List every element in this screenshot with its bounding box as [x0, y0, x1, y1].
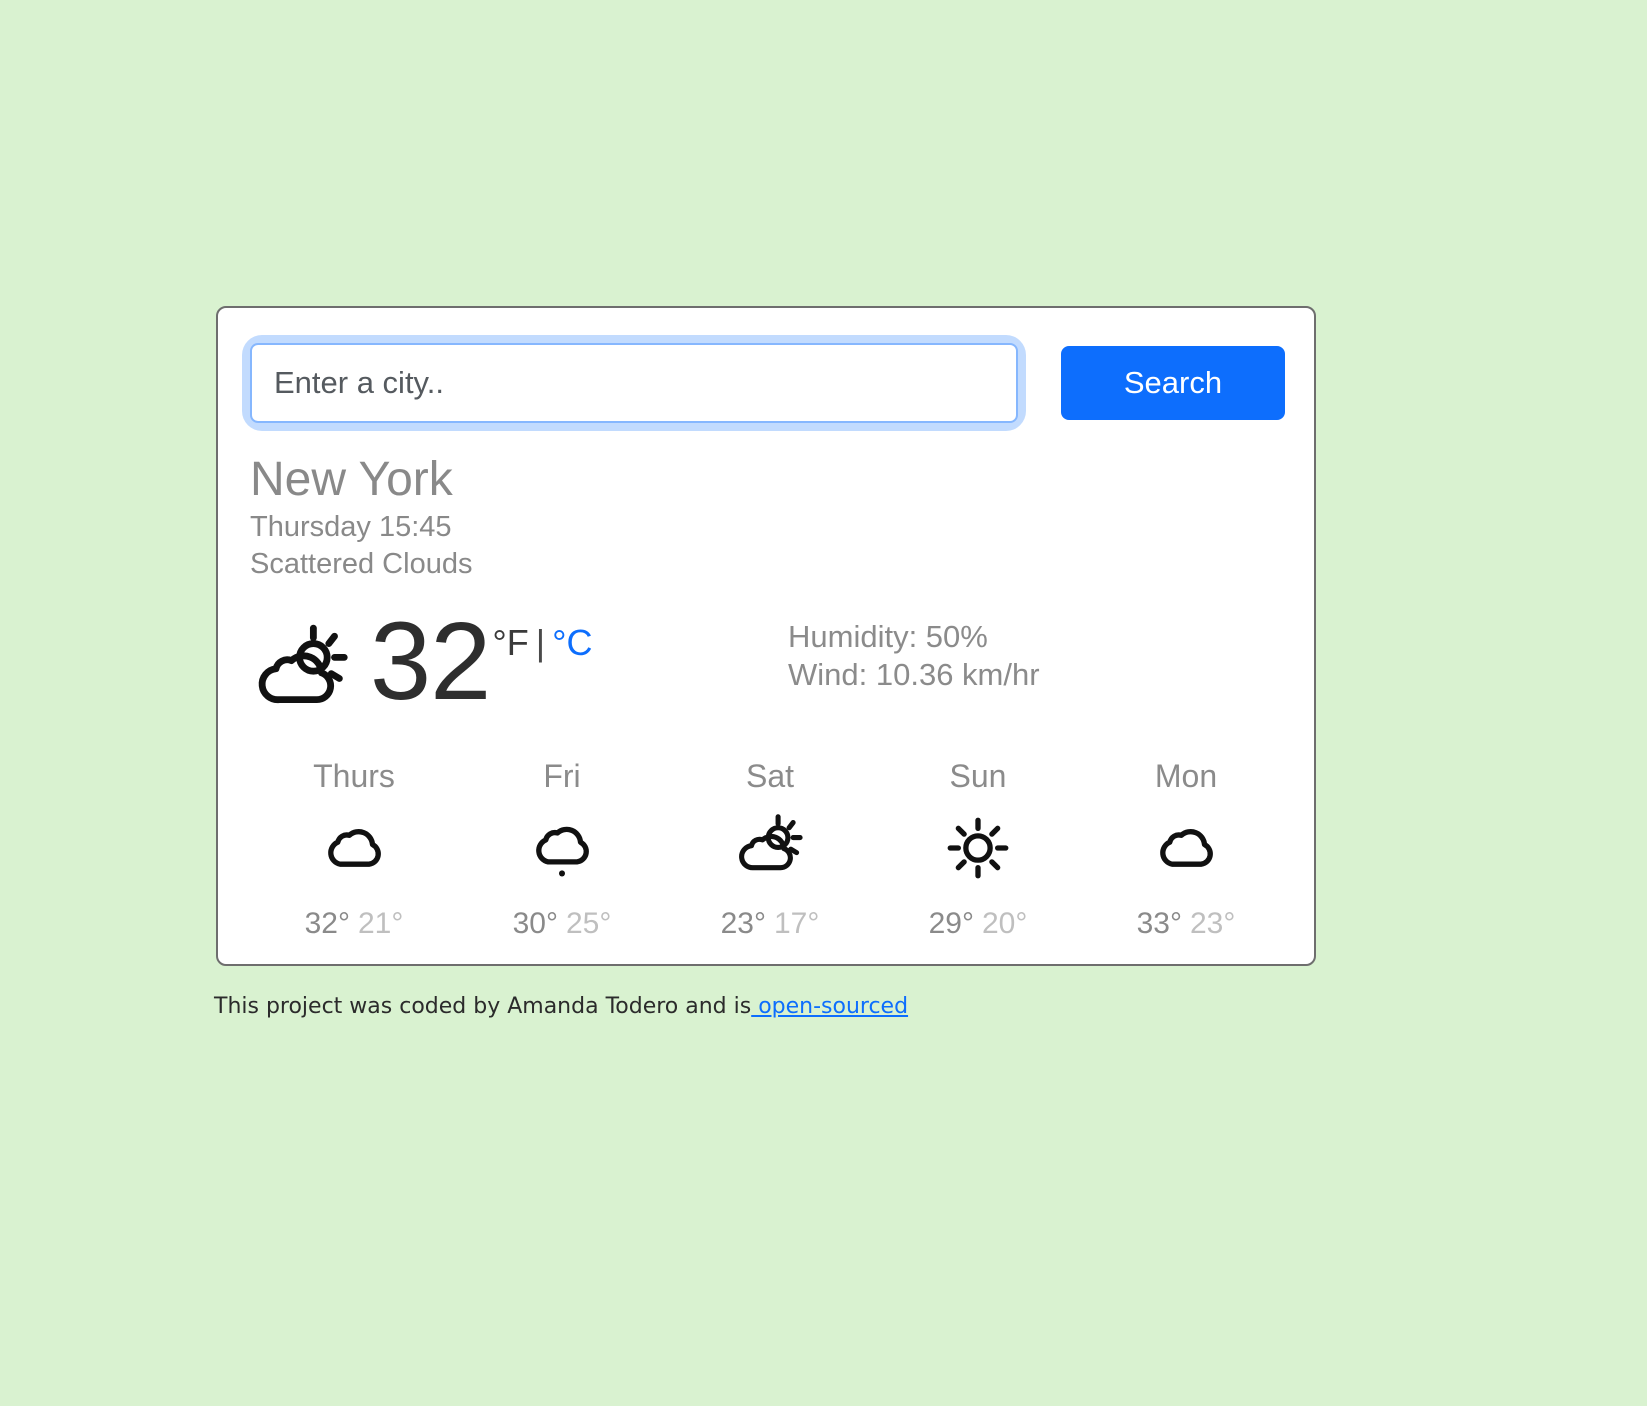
search-row: Search [250, 340, 1286, 426]
forecast-temps: 29° 20° [874, 907, 1082, 941]
app-root: Search New York Thursday 15:45 Scattered… [0, 0, 1647, 1406]
forecast-day-mon: Mon 33° 23° [1082, 758, 1290, 941]
current-datetime: Thursday 15:45 [250, 510, 452, 543]
weather-card: Search New York Thursday 15:45 Scattered… [216, 306, 1316, 966]
forecast-temps: 33° 23° [1082, 907, 1290, 941]
forecast-row: Thurs 32° 21° Fri 30° 25° Sat 23° 17° Su… [250, 758, 1290, 941]
search-button[interactable]: Search [1061, 346, 1285, 420]
forecast-day-fri: Fri 30° 25° [458, 758, 666, 941]
temperature-value: 32 [370, 600, 491, 723]
forecast-day-sat: Sat 23° 17° [666, 758, 874, 941]
forecast-low: 17° [774, 907, 820, 940]
forecast-day-thurs: Thurs 32° 21° [250, 758, 458, 941]
city-name: New York [250, 453, 453, 506]
unit-celsius-link[interactable]: °C [552, 622, 592, 663]
search-input-wrapper [250, 343, 1018, 423]
footer-text: This project was coded by Amanda Todero … [214, 994, 752, 1019]
unit-toggle-group: °F | °C [492, 622, 592, 664]
forecast-temps: 23° 17° [666, 907, 874, 941]
humidity-value: Humidity: 50% [788, 619, 988, 654]
forecast-day-label: Mon [1154, 758, 1218, 794]
footer-credit: This project was coded by Amanda Todero … [214, 994, 908, 1019]
weather-stats: Humidity: 50% Wind: 10.36 km/hr [788, 618, 1040, 694]
cloud-snow-icon [536, 826, 589, 877]
cloud-icon [1160, 829, 1213, 867]
readout-row: 32 °F | °C Humidity: 50% Wind: 10.36 km/hr [250, 600, 1290, 738]
forecast-day-label: Thurs [313, 758, 395, 794]
sun-behind-cloud-icon [739, 814, 803, 871]
wind-value: Wind: 10.36 km/hr [788, 656, 1040, 692]
unit-fahrenheit-link[interactable]: °F [492, 622, 528, 663]
forecast-high: 23° [720, 907, 766, 940]
search-input[interactable] [250, 343, 1018, 423]
open-sourced-link[interactable]: open-sourced [751, 994, 908, 1019]
forecast-high: 33° [1136, 907, 1182, 940]
forecast-low: 25° [566, 907, 612, 940]
unit-separator: | [535, 622, 546, 663]
cloud-icon [328, 829, 381, 867]
forecast-temps: 30° 25° [458, 907, 666, 941]
forecast-low: 20° [982, 907, 1028, 940]
current-condition: Scattered Clouds [250, 547, 473, 580]
forecast-high: 32° [304, 907, 350, 940]
forecast-low: 21° [358, 907, 404, 940]
forecast-high: 29° [928, 907, 974, 940]
forecast-day-sun: Sun 29° 20° [874, 758, 1082, 941]
forecast-high: 30° [512, 907, 558, 940]
sun-behind-cloud-icon [258, 624, 348, 704]
sun-icon [947, 817, 1009, 879]
forecast-low: 23° [1190, 907, 1236, 940]
current-conditions-block: New York Thursday 15:45 Scattered Clouds [250, 452, 1290, 583]
temperature-group: 32 °F | °C [250, 600, 593, 724]
forecast-day-label: Sun [949, 758, 1007, 794]
forecast-day-label: Sat [745, 758, 795, 794]
forecast-temps: 32° 21° [250, 907, 458, 941]
forecast-day-label: Fri [543, 758, 581, 794]
